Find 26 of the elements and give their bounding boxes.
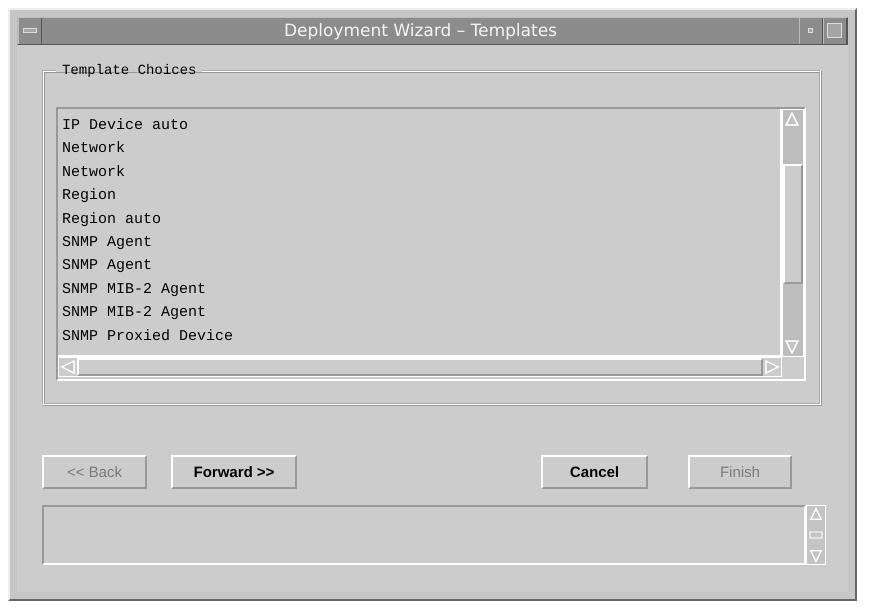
list-item[interactable]: Region auto bbox=[62, 208, 162, 232]
window-menu-button[interactable] bbox=[18, 18, 42, 44]
bar-icon bbox=[23, 28, 37, 34]
group-label: Template Choices bbox=[61, 63, 198, 79]
maximize-button[interactable] bbox=[823, 18, 847, 44]
template-list[interactable]: IP Device auto Network Network Region Region auto SNMP Agent SNMP Agent SNMP MIB-2 Agent SNMP MIB-2 Agent SNMP Proxied Device bbox=[58, 109, 782, 357]
window-title: Deployment Wizard – Templates bbox=[282, 20, 558, 43]
spinner[interactable] bbox=[806, 505, 826, 565]
small-square-icon bbox=[808, 28, 814, 34]
list-item[interactable]: SNMP MIB-2 Agent bbox=[62, 278, 206, 302]
list-item[interactable]: Region bbox=[62, 184, 116, 208]
right-arrow-icon[interactable] bbox=[763, 358, 781, 376]
list-item[interactable]: SNMP Agent bbox=[62, 231, 152, 254]
list-item[interactable]: Network bbox=[62, 137, 126, 161]
list-item[interactable]: Network bbox=[62, 160, 126, 184]
minimize-button[interactable] bbox=[799, 18, 823, 44]
list-item[interactable]: SNMP Proxied Device bbox=[62, 324, 234, 348]
forward-button[interactable]: Forward >> bbox=[171, 455, 297, 489]
list-item[interactable]: SNMP MIB-2 Agent bbox=[62, 301, 206, 325]
vertical-scrollbar[interactable] bbox=[782, 109, 804, 357]
horizontal-scrollbar[interactable] bbox=[58, 357, 782, 377]
left-arrow-icon[interactable] bbox=[59, 358, 77, 376]
list-item[interactable]: IP Device auto bbox=[62, 114, 188, 138]
square-icon bbox=[827, 23, 843, 39]
cancel-button[interactable]: Cancel bbox=[541, 455, 648, 489]
list-item[interactable]: SNMP Agent bbox=[62, 254, 152, 278]
